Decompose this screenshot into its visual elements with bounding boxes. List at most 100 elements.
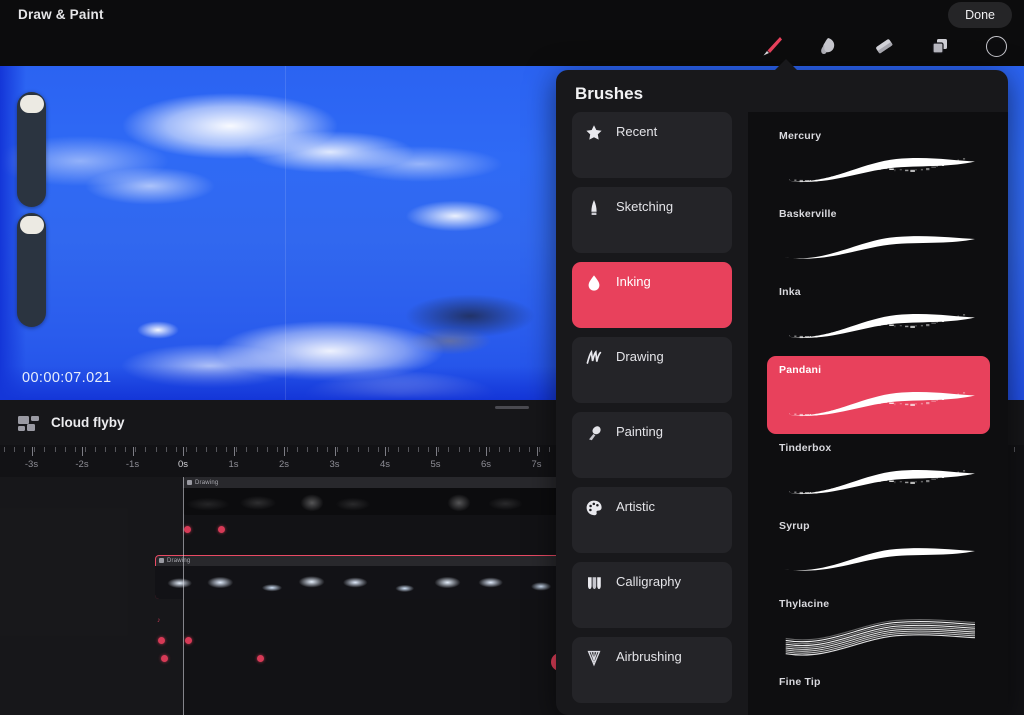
ruler-tick-minor [216, 447, 218, 452]
keyframe-marker[interactable] [158, 637, 165, 644]
ruler-tick-major [284, 447, 285, 456]
nib-icon [572, 562, 616, 593]
ruler-tick-minor [246, 447, 248, 452]
brush-item-syrup[interactable]: Syrup [767, 512, 990, 590]
brush-stroke-preview [779, 616, 980, 662]
ruler-tick-major [334, 447, 336, 456]
ruler-tick-minor [94, 447, 96, 452]
clip-type-icon [187, 480, 192, 485]
done-button[interactable]: Done [948, 2, 1012, 28]
brush-list[interactable]: Mercury Baskerville Inka Pandani Tinderbox Sy… [749, 112, 1008, 715]
panel-caret-icon [774, 59, 798, 71]
ruler-tick-major [82, 447, 83, 456]
clip-thumbnails [155, 566, 560, 599]
brush-category-label: Calligraphy [616, 574, 682, 589]
table-row[interactable]: Drawing [183, 477, 583, 515]
brush-category-inking[interactable]: Inking [572, 262, 732, 328]
brush-category-drawing[interactable]: Drawing [572, 337, 732, 403]
keyframe-marker[interactable] [257, 655, 264, 662]
brush-item-label: Syrup [779, 520, 810, 532]
keyframe-marker[interactable] [161, 655, 168, 662]
ruler-tick-minor [468, 447, 470, 452]
brush-item-inka[interactable]: Inka [767, 278, 990, 356]
layers-tool[interactable] [912, 28, 968, 64]
ruler-tick-minor [165, 447, 167, 452]
brush-category-calligraphy[interactable]: Calligraphy [572, 562, 732, 628]
brush-category-list[interactable]: Recent Sketching Inking Drawing Painting Arti… [556, 112, 748, 715]
ruler-tick-minor [276, 447, 278, 452]
ruler-tick-minor [529, 447, 531, 452]
clip-label: Drawing [195, 479, 219, 486]
ruler-label: 1s [228, 459, 239, 470]
brush-item-tinderbox[interactable]: Tinderbox [767, 434, 990, 512]
clip-header: Drawing [155, 555, 560, 566]
timeline-drag-handle[interactable] [495, 406, 529, 409]
draw-and-paint-app: Draw & Paint Done 00:00:07.021 Cloud fly… [0, 0, 1024, 715]
ruler-tick-minor [519, 447, 521, 452]
ruler-tick-minor [135, 447, 137, 452]
brush-category-painting[interactable]: Painting [572, 412, 732, 478]
brush-item-label: Thylacine [779, 598, 830, 610]
brush-item-fine-tip[interactable]: Fine Tip [767, 668, 990, 715]
brush-stroke-preview [779, 694, 980, 715]
ruler-tick-minor [357, 447, 359, 452]
keyframe-marker[interactable] [218, 526, 225, 533]
ruler-tick-minor [377, 447, 379, 452]
ruler-tick-minor [34, 447, 36, 452]
ruler-tick-minor [367, 447, 369, 452]
playhead[interactable] [183, 477, 184, 715]
keyframe-marker[interactable] [185, 637, 192, 644]
ruler-label: -1s [125, 459, 140, 470]
table-row[interactable]: Drawing [155, 555, 560, 599]
ruler-label: 0s [177, 459, 189, 470]
ruler-tick-minor [4, 447, 5, 452]
brush-category-label: Painting [616, 424, 663, 439]
brushes-panel: Brushes Recent Sketching Inking Drawing Pain… [556, 70, 1008, 715]
brush-category-airbrushing[interactable]: Airbrushing [572, 637, 732, 703]
opacity-slider-knob[interactable] [19, 95, 44, 113]
brush-item-label: Baskerville [779, 208, 837, 220]
ruler-tick-major [385, 447, 386, 456]
size-slider[interactable] [17, 213, 46, 327]
brush-category-artistic[interactable]: Artistic [572, 487, 732, 553]
brush-category-recent[interactable]: Recent [572, 112, 732, 178]
ruler-tick-minor [64, 447, 66, 452]
brush-stroke-preview [779, 304, 980, 350]
brush-category-sketching[interactable]: Sketching [572, 187, 732, 253]
project-title: Cloud flyby [51, 415, 125, 430]
smudge-tool[interactable] [800, 28, 856, 64]
ruler-tick-minor [44, 447, 46, 452]
ruler-tick-minor [1014, 447, 1015, 452]
ruler-tick-minor [195, 447, 197, 452]
ruler-tick-minor [458, 447, 460, 452]
size-slider-knob[interactable] [19, 216, 44, 234]
star-icon [572, 112, 616, 143]
brush-item-pandani[interactable]: Pandani [767, 356, 990, 434]
ruler-tick-minor [387, 447, 389, 452]
ruler-tick-minor [206, 447, 207, 452]
eraser-tool[interactable] [856, 28, 912, 64]
ruler-label: 2s [278, 459, 290, 470]
ruler-tick-minor [418, 447, 420, 452]
brush-item-thylacine[interactable]: Thylacine [767, 590, 990, 668]
layers-icon [932, 39, 947, 54]
brush-category-label: Inking [616, 274, 651, 289]
clip-label: Drawing [167, 557, 191, 564]
pencil-icon [572, 187, 616, 218]
ruler-tick-major [536, 447, 538, 456]
ruler-tick-minor [549, 447, 551, 452]
brush-item-label: Inka [779, 286, 801, 298]
opacity-slider[interactable] [17, 92, 46, 207]
keyframe-marker[interactable] [184, 526, 191, 533]
app-title: Draw & Paint [18, 7, 104, 22]
ruler-tick-minor [478, 447, 480, 452]
ruler-tick-minor [84, 447, 86, 452]
ruler-tick-minor [337, 447, 339, 452]
ruler-label: 3s [329, 459, 340, 470]
color-tool[interactable] [968, 28, 1024, 64]
ruler-tick-minor [24, 447, 26, 452]
ruler-tick-minor [236, 447, 238, 452]
brush-item-mercury[interactable]: Mercury [767, 122, 990, 200]
brush-item-baskerville[interactable]: Baskerville [767, 200, 990, 278]
ruler-tick-minor [115, 447, 117, 452]
